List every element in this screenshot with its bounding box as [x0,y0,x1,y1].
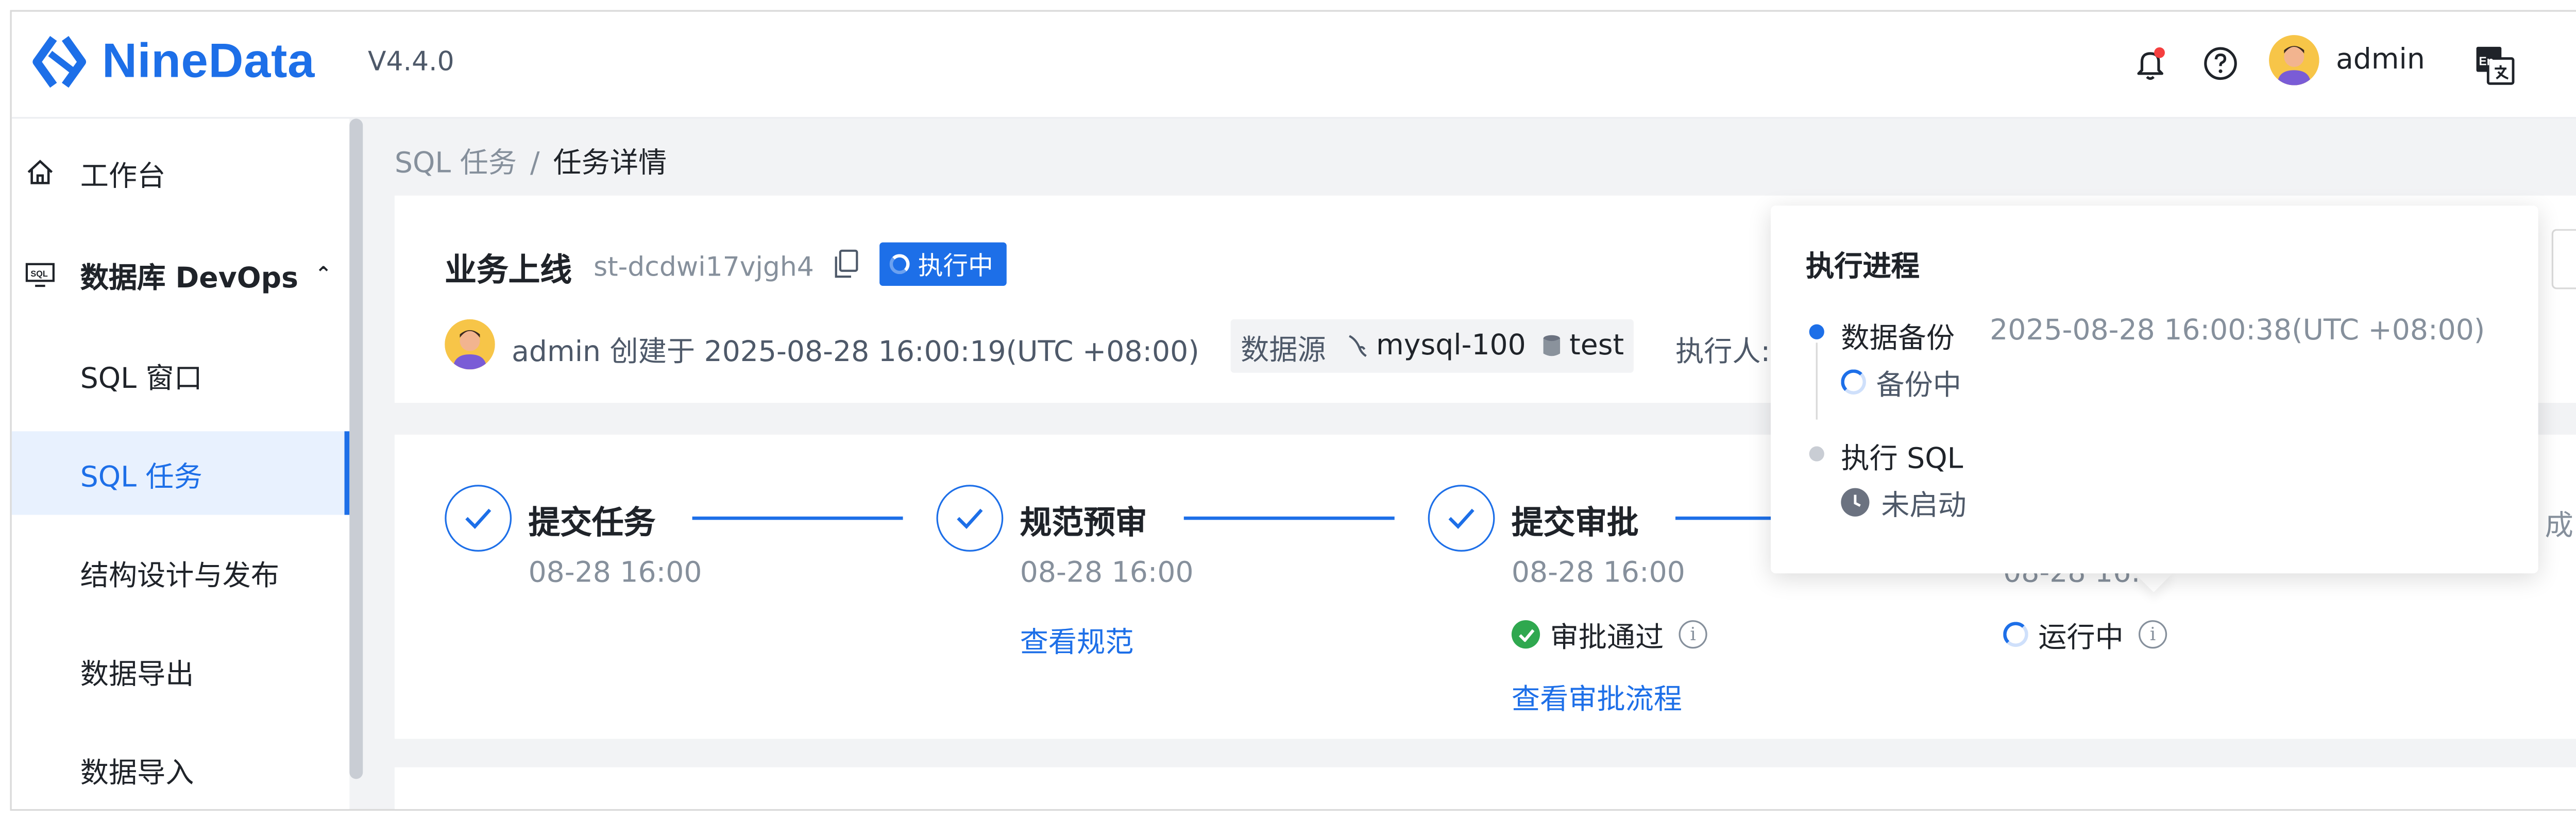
executor-label: 执行人: [1675,336,1771,370]
step-2-check-icon [936,485,1004,552]
database-name[interactable]: test [1569,329,1624,363]
breadcrumb-separator: / [530,147,540,181]
spinner-icon [889,254,910,275]
bell-icon[interactable] [2132,45,2168,82]
backup-step-name: 数据备份 [1841,322,1955,356]
datasource-name[interactable]: mysql-100 [1376,329,1526,363]
step-pending-dot [1809,446,1824,461]
user-avatar[interactable] [2269,35,2319,85]
sidebar-group-devops[interactable]: SQL 数据库 DevOps ⌃ [12,232,350,316]
execute-sql-status: 未启动 [1841,482,1967,523]
step-3-title: 提交审批 [1511,505,1639,542]
sidebar: 工作台 SQL 数据库 DevOps ⌃ SQL 窗口 SQL 任务 结构设计与… [11,118,350,809]
backup-status: 备份中 [1841,361,1961,403]
task-title: 业务上线 [445,252,572,289]
next-section-card [394,767,2576,809]
execute-sql-step-name: 执行 SQL [1841,443,1963,476]
sidebar-item-label: SQL 任务 [80,460,202,494]
datasource-label: 数据源 [1241,333,1326,367]
database-icon [1543,335,1560,356]
creator-avatar [445,319,495,370]
step-1-time: 08-28 16:00 [528,556,702,590]
execution-progress-popover: 执行进程 数据备份 2025-08-28 16:00:38(UTC +08:00… [1770,206,2538,574]
step-3-check-icon [1428,485,1495,552]
help-icon[interactable] [2200,43,2241,83]
step-3-time: 08-28 16:00 [1511,556,1685,590]
sidebar-item-label: 数据库 DevOps [80,261,298,295]
sidebar-item-label: 数据导出 [80,658,194,692]
info-icon[interactable]: i [2138,620,2167,649]
header-username[interactable]: admin [2336,43,2425,77]
step-connector [1183,516,1395,519]
step-5-title-partial: 成 [2545,509,2573,543]
clock-icon [1841,488,1870,517]
breadcrumb: SQL 任务 / 任务详情 [395,139,667,181]
sidebar-item-label: 数据导入 [80,756,194,790]
status-badge-text: 执行中 [918,250,993,280]
popover-title: 执行进程 [1806,250,1920,284]
step-2-title: 规范预审 [1020,505,1147,542]
svg-text:SQL: SQL [30,269,47,279]
chevron-up-icon: ⌃ [315,262,332,286]
app-window: NineData V4.4.0 admin En 工作台 SQL 数据库 Dev… [10,10,2576,811]
sidebar-item-data-export[interactable]: 数据导出 [12,628,350,712]
copy-icon[interactable] [833,249,859,279]
sidebar-item-label: 结构设计与发布 [80,559,279,593]
step-active-dot [1809,324,1824,339]
sidebar-item-sql-window[interactable]: SQL 窗口 [12,333,350,416]
step-connector [1675,516,1776,519]
approval-status-text: 审批通过 [1550,622,1664,656]
sidebar-item-workbench[interactable]: 工作台 [12,130,350,214]
sidebar-item-data-import[interactable]: 数据导入 [12,727,350,809]
spinner-icon [1841,369,1866,395]
datasource-info: 数据源 mysql-100 test [1230,319,1634,373]
sidebar-item-label: 工作台 [80,159,166,193]
backup-step-time: 2025-08-28 16:00:38(UTC +08:00) [1990,314,2485,348]
home-icon [27,160,53,184]
view-approval-flow-link[interactable]: 查看审批流程 [1512,675,1682,717]
ninedata-logo[interactable]: NineData [32,28,315,95]
success-check-icon [1511,620,1540,649]
language-switch-icon[interactable]: En [2473,43,2516,87]
sql-monitor-icon: SQL [25,263,55,287]
sidebar-item-label: SQL 窗口 [80,362,202,396]
creator-info: admin 创建于 2025-08-28 16:00:19(UTC +08:00… [512,336,1199,370]
breadcrumb-parent[interactable]: SQL 任务 [395,147,517,181]
step-connector [692,516,903,519]
mysql-icon [1349,335,1367,357]
sidebar-item-sql-task[interactable]: SQL 任务 [11,431,350,515]
top-header: NineData V4.4.0 admin En [11,11,2576,119]
sidebar-scrollbar[interactable] [349,118,363,779]
version-label: V4.4.0 [368,45,454,77]
step-2-time: 08-28 16:00 [1020,556,1194,590]
avatar-image [2269,35,2319,85]
execute-sql-status-text: 未启动 [1881,489,1967,523]
info-icon[interactable]: i [1679,620,1707,649]
task-id: st-dcdwi17vjgh4 [594,250,814,283]
step-1-check-icon [445,485,512,552]
running-status: 运行中 i [2003,613,2167,655]
running-status-text: 运行中 [2038,622,2124,656]
timeline-line [1816,343,1818,420]
brand-name: NineData [101,34,315,88]
backup-status-text: 备份中 [1876,369,1961,403]
sidebar-item-schema-design[interactable]: 结构设计与发布 [12,530,350,613]
spinner-icon [2003,622,2028,647]
ninedata-logo-icon [32,36,87,88]
breadcrumb-current: 任务详情 [553,147,667,181]
view-rules-link[interactable]: 查看规范 [1020,619,1134,660]
lang-badge-text: En [2479,55,2494,68]
step-1-title: 提交任务 [528,505,656,542]
approval-status: 审批通过 i [1511,613,1707,656]
app-root: NineData V4.4.0 admin En 工作台 SQL 数据库 Dev… [0,0,2576,821]
action-button[interactable] [2551,229,2576,289]
status-badge: 执行中 [879,242,1007,286]
